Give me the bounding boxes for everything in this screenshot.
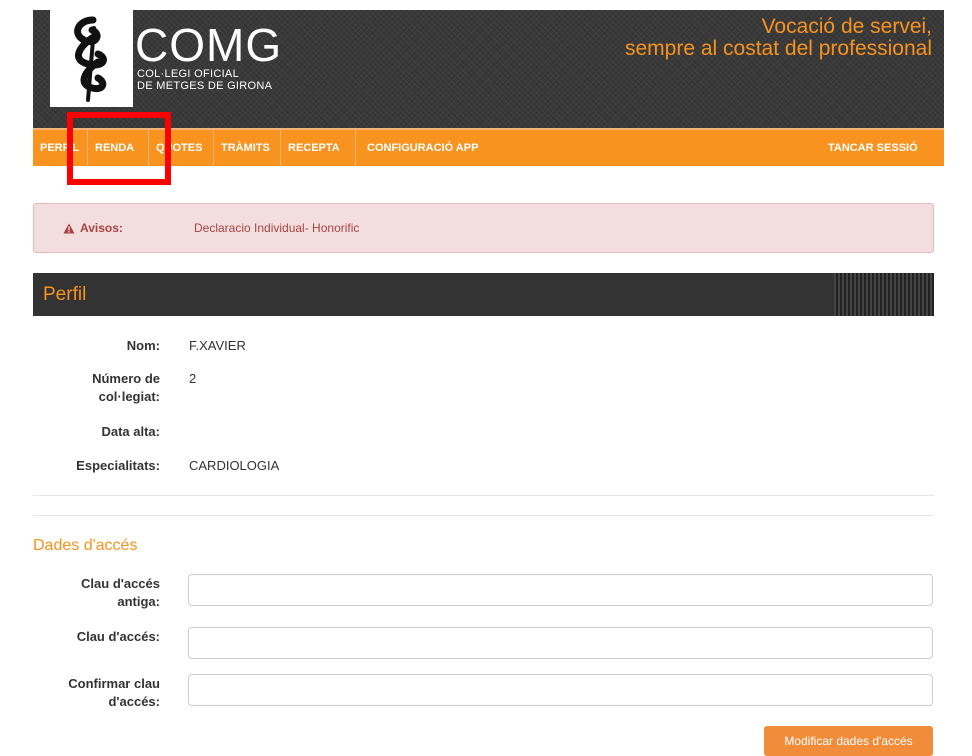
site-header: COMG COL·LEGI OFICIAL DE METGES DE GIRON… — [33, 10, 944, 128]
nav-item-logout[interactable]: TANCAR SESSIÓ — [821, 130, 931, 166]
field-label-password: Clau d'accés: — [34, 628, 160, 646]
field-value-nom: F.XAVIER — [189, 338, 246, 353]
alert-label: Avisos: — [80, 221, 123, 235]
field-label-numero-collegiat: Número de col·legiat: — [34, 370, 160, 406]
label-line2: col·legiat: — [98, 389, 160, 404]
label-line1: Especialitats: — [76, 458, 160, 473]
logo-box — [50, 10, 133, 107]
label-line1: Clau d'accés — [81, 576, 160, 591]
highlight-box — [67, 112, 171, 185]
access-section-title: Dades d'accés — [33, 537, 138, 554]
label-line1: Clau d'accés: — [76, 629, 160, 644]
tagline: Vocació de servei, sempre al costat del … — [625, 16, 932, 60]
tagline-line2: sempre al costat del professional — [625, 37, 932, 60]
logo-title: COMG — [135, 19, 283, 71]
divider — [33, 515, 934, 516]
field-label-confirm-password: Confirmar clau d'accés: — [34, 675, 160, 711]
label-line1: Número de — [92, 371, 160, 386]
nav-item-tramits[interactable]: TRÀMITS — [214, 130, 281, 166]
field-label-nom: Nom: — [34, 337, 160, 355]
tagline-line1: Vocació de servei, — [761, 15, 932, 38]
label-line1: Nom: — [126, 338, 160, 353]
label-line1: Confirmar clau — [68, 676, 160, 691]
field-label-old-password: Clau d'accés antiga: — [34, 575, 160, 611]
profile-section-header: Perfil — [33, 273, 934, 316]
profile-title: Perfil — [43, 284, 87, 305]
alert-banner: Avisos: Declaracio Individual- Honorific — [33, 203, 934, 253]
label-line2: antiga: — [117, 594, 160, 609]
logo-subtitle: COL·LEGI OFICIAL DE METGES DE GIRONA — [137, 68, 272, 92]
field-label-especialitats: Especialitats: — [34, 457, 160, 475]
divider — [33, 495, 934, 496]
old-password-input[interactable] — [188, 574, 933, 606]
warning-triangle-icon — [63, 223, 75, 234]
logo-sub-line1: COL·LEGI OFICIAL — [137, 68, 239, 80]
header-stripes — [834, 273, 934, 316]
modify-access-button[interactable]: Modificar dades d'accés — [764, 726, 933, 756]
alert-text: Declaracio Individual- Honorific — [194, 221, 360, 235]
field-value-numero-collegiat: 2 — [189, 371, 197, 386]
label-line1: Data alta: — [101, 424, 160, 439]
nav-item-configuracio-app[interactable]: CONFIGURACIÓ APP — [360, 130, 490, 166]
logo-sub-line2: DE METGES DE GIRONA — [137, 80, 273, 92]
field-value-especialitats: CARDIOLOGIA — [189, 458, 280, 473]
nav-item-recepta[interactable]: RECEPTA — [281, 130, 356, 166]
caduceus-logo — [74, 16, 107, 102]
confirm-password-input[interactable] — [188, 674, 933, 706]
label-line2: d'accés: — [108, 694, 160, 709]
field-label-data-alta: Data alta: — [34, 423, 160, 441]
password-input[interactable] — [188, 627, 933, 659]
